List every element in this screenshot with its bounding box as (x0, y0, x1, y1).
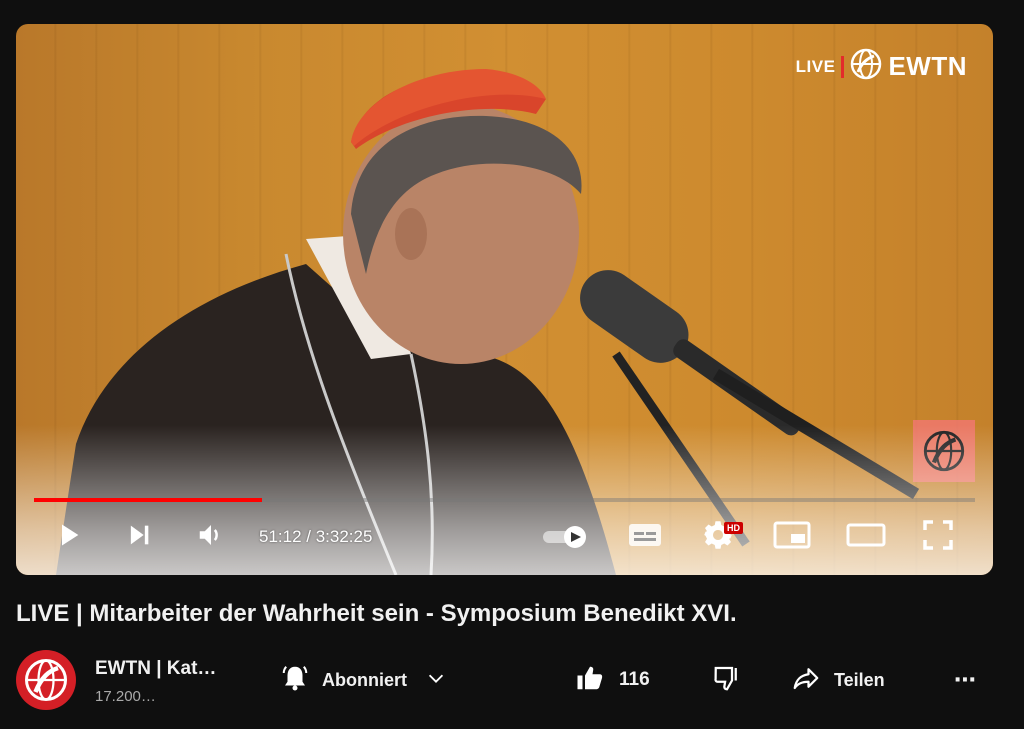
player-controls: 51:12 / 3:32:25 HD (16, 514, 993, 560)
channel-name[interactable]: EWTN | Kat… (95, 658, 216, 680)
video-player[interactable]: LIVE EWTN 51:12 / 3:32:25 HD (16, 24, 993, 575)
captions-icon (628, 522, 662, 553)
globe-icon (850, 48, 882, 85)
play-icon (55, 521, 83, 554)
video-title: LIVE | Mitarbeiter der Wahrheit sein - S… (16, 600, 737, 627)
next-icon (125, 521, 153, 554)
like-button[interactable]: 116 (575, 655, 693, 705)
time-display: 51:12 / 3:32:25 (259, 527, 372, 547)
more-horizontal-icon: ⋯ (954, 667, 976, 692)
current-time: 51:12 (259, 527, 302, 546)
settings-button[interactable]: HD (694, 514, 743, 560)
dislike-button[interactable] (702, 655, 752, 705)
hd-badge: HD (724, 521, 743, 534)
watermark-divider (841, 55, 845, 78)
volume-button[interactable] (188, 514, 234, 560)
fullscreen-icon (922, 519, 954, 556)
subscribe-label: Abonniert (322, 669, 407, 690)
progress-bar[interactable] (34, 498, 975, 502)
autoplay-toggle[interactable] (536, 514, 596, 560)
play-button[interactable] (46, 514, 92, 560)
bell-icon (280, 663, 310, 698)
subscriber-count: 17.200… (95, 688, 156, 705)
captions-button[interactable] (621, 514, 669, 560)
chevron-down-icon (425, 667, 447, 694)
channel-watermark: LIVE EWTN (796, 48, 967, 85)
watermark-live-text: LIVE (795, 56, 836, 76)
channel-avatar[interactable] (16, 650, 76, 710)
share-label: Teilen (834, 669, 885, 690)
time-separator: / (301, 527, 316, 546)
subscribe-button[interactable]: Abonniert (280, 655, 492, 705)
share-arrow-icon (790, 663, 822, 698)
thumbs-down-icon (712, 663, 742, 698)
fullscreen-button[interactable] (914, 514, 962, 560)
total-time: 3:32:25 (315, 527, 373, 546)
miniplayer-button[interactable] (766, 514, 818, 560)
gear-icon: HD (703, 520, 743, 555)
thumbs-up-icon (575, 663, 605, 698)
next-button[interactable] (116, 514, 162, 560)
progress-played (34, 498, 262, 502)
volume-icon (196, 520, 226, 555)
share-button[interactable]: Teilen (790, 655, 920, 705)
more-actions-button[interactable]: ⋯ (940, 655, 990, 705)
like-count: 116 (619, 669, 650, 690)
miniplayer-icon (773, 520, 811, 555)
theater-button[interactable] (838, 514, 894, 560)
theater-icon (846, 521, 886, 554)
watermark-brand-text: EWTN (888, 51, 967, 81)
globe-icon (25, 659, 67, 701)
